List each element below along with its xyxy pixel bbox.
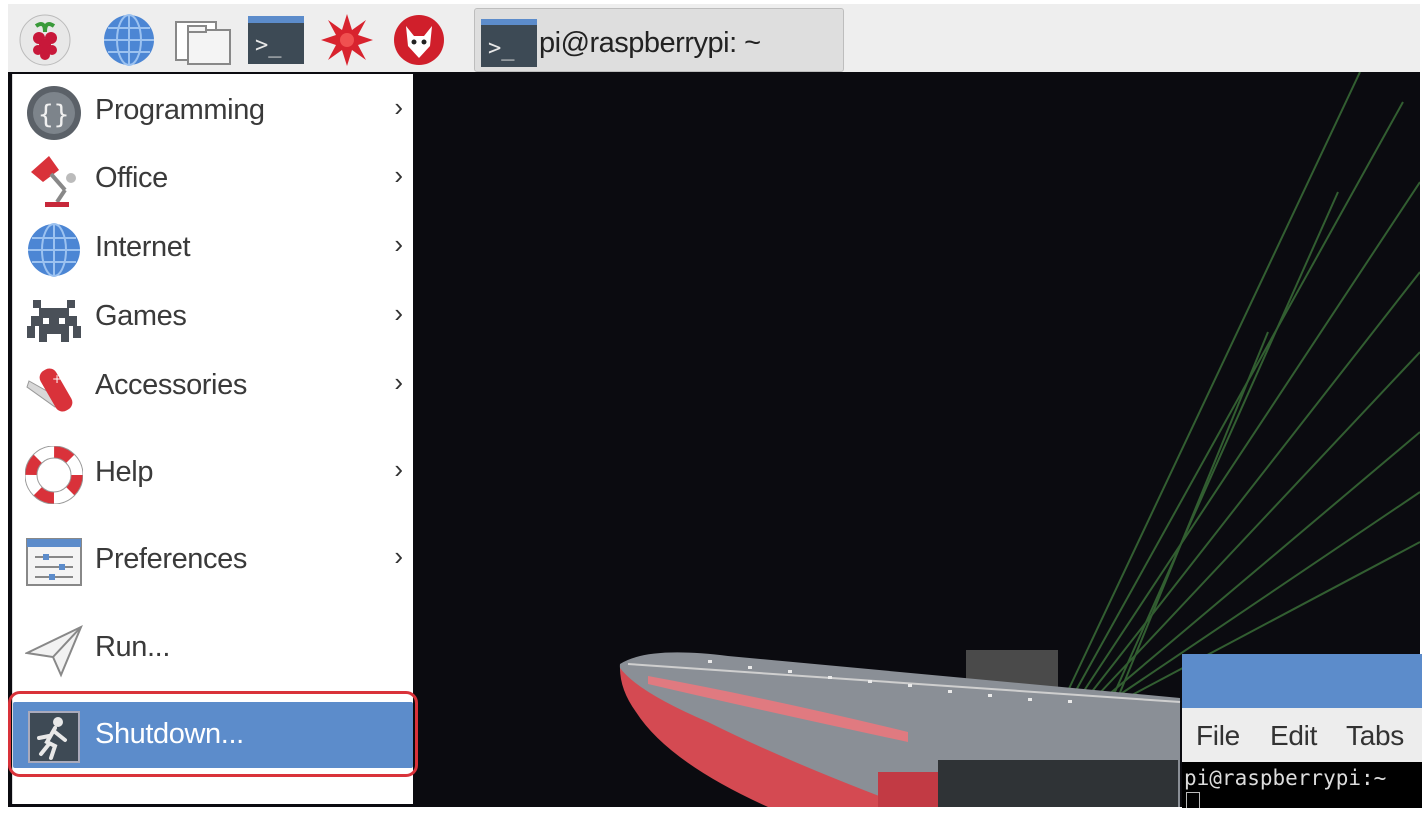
- preferences-icon: [25, 533, 83, 591]
- menu-item-accessories[interactable]: + Accessories ›: [13, 353, 413, 419]
- office-lamp-icon: [25, 152, 83, 210]
- games-invader-icon: [25, 290, 83, 348]
- programming-icon: {}: [25, 84, 83, 142]
- terminal-cursor: [1186, 792, 1200, 808]
- raspberry-menu-icon[interactable]: [18, 12, 72, 68]
- menu-item-label: Games: [95, 300, 187, 332]
- terminal-icon[interactable]: >_: [246, 12, 306, 68]
- terminal-titlebar[interactable]: [1182, 654, 1422, 708]
- mathematica-star-icon[interactable]: [320, 12, 374, 68]
- run-paper-plane-icon: [23, 621, 83, 679]
- submenu-arrow-icon: ›: [394, 541, 403, 571]
- submenu-arrow-icon: ›: [394, 160, 403, 190]
- accessories-knife-icon: +: [25, 359, 83, 417]
- taskbar-window-label: pi@raspberrypi: ~: [539, 27, 761, 59]
- wolfram-icon[interactable]: [392, 12, 446, 68]
- internet-globe-icon: [25, 221, 83, 279]
- terminal-menubar: File Edit Tabs: [1182, 708, 1422, 762]
- submenu-arrow-icon: ›: [394, 92, 403, 122]
- submenu-arrow-icon: ›: [394, 454, 403, 484]
- submenu-arrow-icon: ›: [394, 229, 403, 259]
- terminal-menu-edit[interactable]: Edit: [1270, 720, 1317, 752]
- taskbar-window-button[interactable]: >_ pi@raspberrypi: ~: [474, 8, 844, 72]
- menu-item-label: Run...: [95, 631, 170, 663]
- menu-item-games[interactable]: Games ›: [13, 284, 413, 350]
- taskbar: >_ >_ pi@raspberrypi: ~: [8, 4, 1420, 72]
- menu-item-label: Help: [95, 456, 154, 488]
- svg-text:+: +: [52, 372, 62, 386]
- menu-item-office[interactable]: Office ›: [13, 146, 413, 212]
- menu-item-label: Accessories: [95, 369, 247, 401]
- terminal-menu-file[interactable]: File: [1196, 720, 1240, 752]
- help-lifebuoy-icon: [24, 445, 84, 505]
- menu-item-internet[interactable]: Internet ›: [13, 215, 413, 281]
- terminal-prompt: pi@raspberrypi:~: [1184, 766, 1387, 790]
- submenu-arrow-icon: ›: [394, 367, 403, 397]
- file-manager-folder-icon[interactable]: [172, 12, 234, 68]
- submenu-arrow-icon: ›: [394, 298, 403, 328]
- menu-item-label: Programming: [95, 94, 265, 126]
- menu-item-run[interactable]: Run...: [13, 615, 413, 681]
- svg-text:{}: {}: [38, 100, 69, 130]
- menu-item-label: Office: [95, 162, 168, 194]
- terminal-menu-tabs[interactable]: Tabs: [1346, 720, 1404, 752]
- terminal-body[interactable]: pi@raspberrypi:~: [1182, 762, 1422, 808]
- highlight-annotation: [8, 691, 418, 777]
- menu-item-preferences[interactable]: Preferences ›: [13, 527, 413, 593]
- menu-item-help[interactable]: Help ›: [13, 440, 413, 506]
- web-browser-globe-icon[interactable]: [102, 12, 156, 68]
- svg-text:>_: >_: [488, 36, 515, 61]
- menu-item-programming[interactable]: {} Programming ›: [13, 78, 413, 144]
- menu-item-label: Internet: [95, 231, 191, 263]
- terminal-icon: >_: [481, 19, 537, 67]
- terminal-window[interactable]: File Edit Tabs pi@raspberrypi:~: [1182, 654, 1422, 808]
- svg-text:>_: >_: [255, 33, 282, 58]
- menu-item-label: Preferences: [95, 543, 247, 575]
